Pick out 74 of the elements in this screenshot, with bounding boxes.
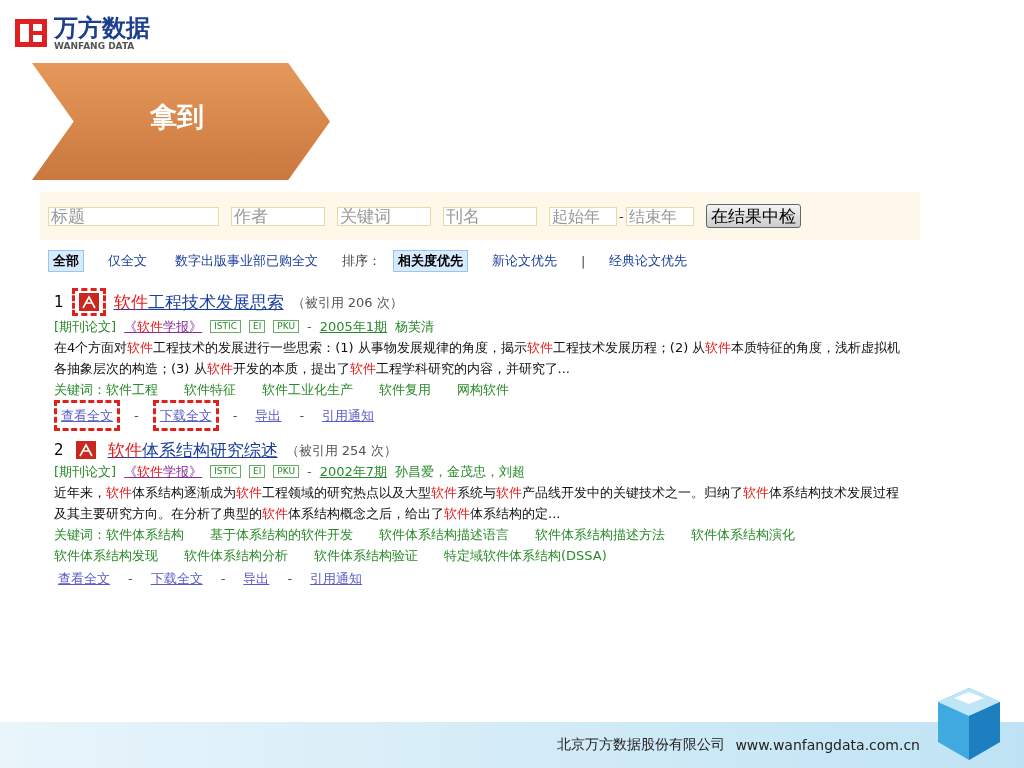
issue-link[interactable]: 2002年7期 — [319, 461, 388, 482]
action-link[interactable]: 引用通知 — [322, 405, 375, 426]
sort-option[interactable]: 相关度优先 — [393, 250, 468, 272]
authors: 杨芙清 — [395, 318, 435, 336]
result-number: 1 — [54, 291, 64, 313]
result-number: 2 — [54, 439, 64, 461]
search-button[interactable]: 在结果中检 — [705, 204, 801, 228]
action-link[interactable]: 查看全文 — [61, 405, 113, 426]
authors: 孙昌爱，金茂忠，刘超 — [395, 463, 526, 481]
index-tag: PKU — [273, 465, 299, 478]
keyword-link[interactable]: 软件复用 — [379, 379, 431, 400]
journal-link[interactable]: 《软件学报》 — [124, 461, 203, 482]
keyword-link[interactable]: 软件体系结构验证 — [314, 545, 418, 566]
sort-option[interactable]: 新论文优先 — [488, 251, 561, 271]
action-link[interactable]: 导出 — [255, 405, 282, 426]
link-separator: - — [287, 570, 293, 588]
issue-link[interactable]: 2005年1期 — [319, 316, 388, 337]
action-link[interactable]: 导出 — [243, 568, 270, 589]
sort-label: 排序： — [342, 252, 381, 270]
keyword-link[interactable]: 基于体系结构的软件开发 — [210, 524, 353, 545]
range-separator: - — [619, 208, 624, 224]
link-separator: - — [299, 407, 305, 425]
search-field[interactable]: 标题 — [48, 206, 219, 226]
logo-name: 万方数据 — [54, 15, 150, 40]
search-field[interactable]: 刊名 — [443, 206, 537, 226]
document-type: [期刊论文] — [54, 318, 117, 336]
keywords-label: 关键词： — [54, 526, 106, 544]
keyword-link[interactable]: 软件体系结构描述方法 — [535, 524, 665, 545]
index-tag: ISTIC — [210, 320, 241, 333]
action-link[interactable]: 引用通知 — [310, 568, 363, 589]
company-name: 北京万方数据股份有限公司 — [557, 736, 726, 754]
action-link[interactable]: 下载全文 — [159, 405, 212, 426]
filter-tab[interactable]: 数字出版事业部已购全文 — [171, 251, 322, 271]
journal-link[interactable]: 《软件学报》 — [124, 316, 203, 337]
action-link[interactable]: 查看全文 — [58, 568, 110, 589]
sort-option[interactable]: 经典论文优先 — [605, 251, 692, 271]
dash: - — [307, 463, 312, 481]
search-field[interactable]: 作者 — [231, 206, 325, 226]
year-field[interactable]: 结束年 — [625, 206, 694, 226]
dash: - — [307, 318, 312, 336]
link-separator: - — [232, 407, 238, 425]
keyword-link[interactable]: 软件工业化生产 — [262, 379, 353, 400]
keyword-link[interactable]: 特定域软件体系结构(DSSA) — [444, 545, 607, 566]
keyword-link[interactable]: 软件体系结构发现 — [54, 545, 158, 566]
link-separator: - — [220, 570, 226, 588]
citation-count: （被引用 254 次） — [285, 441, 397, 460]
index-tag: ISTIC — [210, 465, 241, 478]
keyword-link[interactable]: 软件工程 — [106, 379, 158, 400]
abstract-text: 在4个方面对软件工程技术的发展进行一些思索：(1) 从事物发展规律的角度，揭示软件工程技术发展历程；(2) 从软件本质特征的角度，浅析虚拟机各抽象层次的构造；(3) 从软件开发的本质，提出了软件工程学科研究的内容，并研究了... — [54, 339, 902, 378]
link-separator: - — [128, 570, 133, 588]
citation-count: （被引用 206 次） — [291, 293, 403, 312]
banner-label: 拿到 — [150, 99, 204, 134]
index-tag: EI — [248, 465, 266, 478]
action-link[interactable]: 下载全文 — [150, 568, 203, 589]
link-separator: - — [134, 407, 139, 425]
index-tag: EI — [248, 320, 266, 333]
search-field[interactable]: 关键词 — [337, 206, 431, 226]
keywords-label: 关键词： — [54, 381, 106, 399]
abstract-text: 近年来，软件体系结构逐渐成为软件工程领域的研究热点以及大型软件系统与软件产品线开发中的关键技术之一。归纳了软件体系结构技术发展过程及其主要研究方向。在分析了典型的软件体系结构概念之后，给出了软件体系结构的定... — [54, 484, 900, 523]
logo-subtitle: WANFANG DATA — [54, 41, 136, 51]
website-url: www.wanfangdata.com.cn — [735, 737, 920, 753]
year-field[interactable]: 起始年 — [549, 206, 617, 226]
keyword-link[interactable]: 软件特征 — [184, 379, 236, 400]
keyword-link[interactable]: 软件体系结构演化 — [691, 524, 795, 545]
filter-tab[interactable]: 全部 — [48, 250, 84, 272]
keyword-link[interactable]: 软件体系结构分析 — [184, 545, 288, 566]
sort-divider: | — [581, 253, 586, 269]
keyword-link[interactable]: 软件体系结构 — [106, 524, 184, 545]
logo-icon — [14, 18, 48, 48]
index-tag: PKU — [273, 320, 299, 333]
keyword-link[interactable]: 网构软件 — [457, 379, 509, 400]
document-type: [期刊论文] — [54, 463, 117, 481]
keyword-link[interactable]: 软件体系结构描述语言 — [379, 524, 509, 545]
filter-tab[interactable]: 仅全文 — [104, 251, 151, 271]
